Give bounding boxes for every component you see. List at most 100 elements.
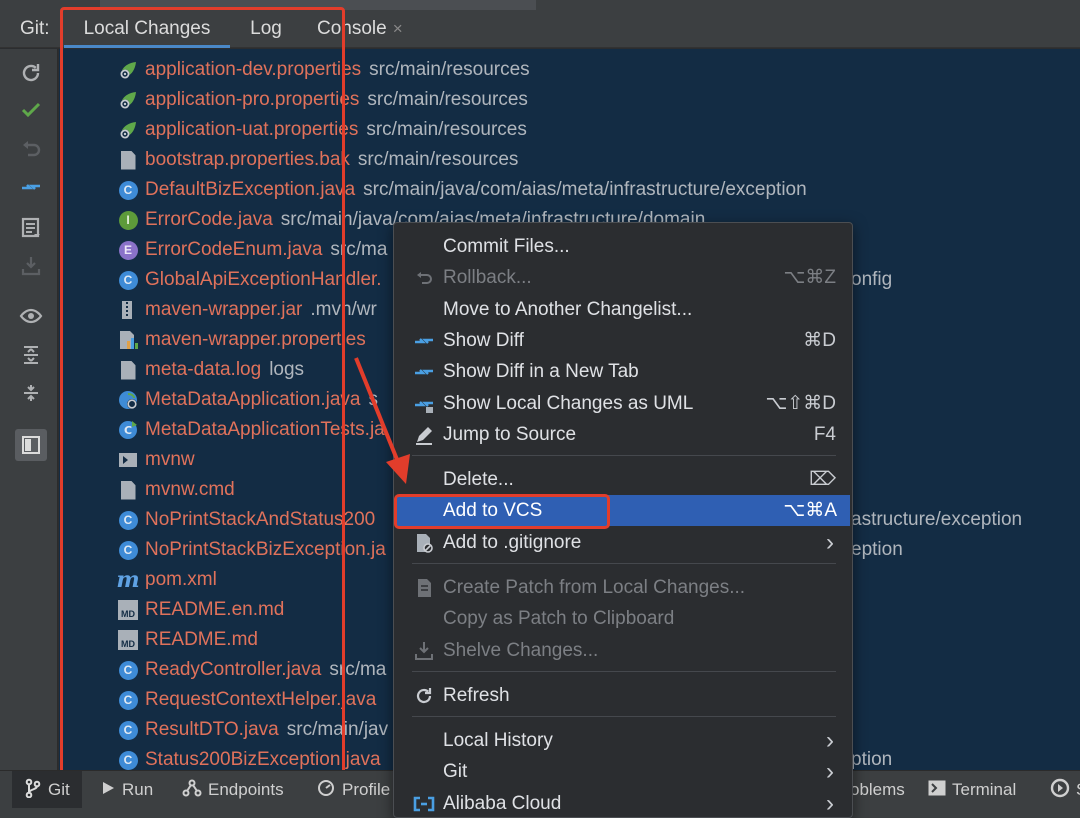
- file-name: RequestContextHelper.java: [145, 689, 377, 710]
- rollback-icon[interactable]: [17, 135, 45, 163]
- menu-item-add-to-vcs[interactable]: Add to VCS ⌥⌘A: [397, 495, 850, 526]
- profiler-tool-button[interactable]: Profile: [316, 771, 390, 809]
- spring-boot-class-icon: [117, 389, 139, 411]
- preview-toggle-icon[interactable]: [15, 429, 47, 461]
- tab-local-changes[interactable]: Local Changes: [64, 10, 230, 48]
- java-class-icon: C: [117, 689, 139, 711]
- run-tool-label: Run: [122, 780, 154, 799]
- file-name: application-pro.properties: [145, 89, 360, 110]
- file-name: maven-wrapper.jar: [145, 299, 303, 320]
- file-path: src/main/resources: [357, 149, 519, 170]
- terminal-tool-button[interactable]: Terminal: [928, 771, 1016, 809]
- problems-tool-button[interactable]: oblems: [850, 771, 905, 809]
- java-class-icon: C: [117, 179, 139, 201]
- menu-item-rollback[interactable]: Rollback... ⌥⌘Z: [394, 262, 852, 293]
- changes-toolbar: [0, 49, 58, 770]
- run-tool-button[interactable]: Run: [100, 771, 153, 809]
- file-name: NoPrintStackBizException.ja: [145, 539, 386, 560]
- menu-item-delete[interactable]: Delete... ⌦: [394, 464, 852, 495]
- show-diff-icon: [412, 329, 436, 353]
- menu-item-label: Delete...: [443, 468, 514, 490]
- expand-all-icon[interactable]: [17, 341, 45, 369]
- menu-item-git[interactable]: Git ›: [394, 756, 852, 787]
- file-row[interactable]: C DefaultBizException.java src/main/java/c…: [59, 175, 1080, 205]
- menu-item-show-diff[interactable]: Show Diff ⌘D: [394, 325, 852, 356]
- text-file-icon: [117, 479, 139, 501]
- menu-item-label: Alibaba Cloud: [443, 792, 562, 814]
- tab-console-label: Console: [317, 17, 387, 39]
- file-row[interactable]: application-pro.properties src/main/resou…: [59, 85, 1080, 115]
- file-name: application-dev.properties: [145, 59, 362, 80]
- menu-item-shelve-changes[interactable]: Shelve Changes...: [394, 635, 852, 666]
- markdown-icon: MD: [117, 629, 139, 651]
- file-path: logs: [269, 359, 305, 380]
- show-diff-icon: [412, 360, 436, 384]
- services-tool-button[interactable]: S: [1050, 771, 1080, 809]
- submenu-chevron-icon: ›: [826, 726, 834, 754]
- file-name: pom.xml: [145, 569, 217, 590]
- java-class-icon: C: [117, 659, 139, 681]
- uml-diagram-icon: [412, 392, 436, 416]
- run-icon: [100, 780, 116, 801]
- menu-item-label: Add to VCS: [443, 499, 543, 521]
- file-row[interactable]: bootstrap.properties.bak src/main/resourc…: [59, 145, 1080, 175]
- file-row[interactable]: application-dev.properties src/main/resou…: [59, 55, 1080, 85]
- editor-tab-remnant[interactable]: [100, 0, 536, 10]
- git-tool-button[interactable]: Git: [12, 771, 82, 809]
- view-options-icon[interactable]: [17, 302, 45, 330]
- refresh-icon[interactable]: [17, 59, 45, 87]
- menu-item-add-to-gitignore[interactable]: Add to .gitignore ›: [394, 527, 852, 558]
- shelve-icon: [412, 639, 436, 663]
- file-name: maven-wrapper.properties: [145, 329, 366, 350]
- menu-item-show-local-changes-as-uml[interactable]: Show Local Changes as UML ⌥⇧⌘D: [394, 388, 852, 419]
- menu-item-label: Local History: [443, 729, 553, 751]
- menu-item-local-history[interactable]: Local History ›: [394, 725, 852, 756]
- show-diff-icon[interactable]: [17, 173, 45, 201]
- file-name: DefaultBizException.java: [145, 179, 356, 200]
- menu-item-label: Show Diff: [443, 329, 524, 351]
- menu-item-label: Git: [443, 760, 468, 782]
- file-name: README.en.md: [145, 599, 285, 620]
- profiler-icon: [316, 778, 336, 803]
- tab-console[interactable]: Console ×: [302, 10, 418, 48]
- refresh-icon: [412, 684, 436, 708]
- file-name: NoPrintStackAndStatus200: [145, 509, 376, 530]
- menu-item-label: Refresh: [443, 684, 510, 706]
- endpoints-tool-label: Endpoints: [208, 780, 284, 799]
- menu-item-label: Rollback...: [443, 266, 532, 288]
- menu-item-copy-as-patch-to-clipboard[interactable]: Copy as Patch to Clipboard: [394, 603, 852, 634]
- properties-config-icon: [117, 119, 139, 141]
- git-toolwindow-label: Git:: [20, 17, 50, 39]
- menu-item-show-diff-in-a-new-tab[interactable]: Show Diff in a New Tab: [394, 356, 852, 387]
- file-name: Status200BizException.java: [145, 749, 381, 770]
- collapse-all-icon[interactable]: [17, 379, 45, 407]
- file-path: ption: [851, 749, 893, 770]
- file-row[interactable]: application-uat.properties src/main/resou…: [59, 115, 1080, 145]
- shelve-icon[interactable]: [17, 252, 45, 280]
- submenu-chevron-icon: ›: [826, 757, 834, 785]
- menu-item-alibaba-cloud[interactable]: Alibaba Cloud ›: [394, 788, 852, 818]
- editor-tab-strip: [0, 0, 1080, 10]
- menu-item-commit-files[interactable]: Commit Files...: [394, 231, 852, 262]
- menu-item-shortcut: F4: [813, 423, 836, 445]
- menu-item-jump-to-source[interactable]: Jump to Source F4: [394, 419, 852, 450]
- file-name: ResultDTO.java: [145, 719, 279, 740]
- menu-item-refresh[interactable]: Refresh: [394, 680, 852, 711]
- jar-archive-icon: [117, 299, 139, 321]
- commit-check-icon[interactable]: [17, 96, 45, 124]
- file-name: mvnw.cmd: [145, 479, 235, 500]
- file-path: src/ma: [330, 239, 388, 260]
- alibaba-cloud-icon: [412, 792, 436, 816]
- terminal-icon: [928, 780, 946, 801]
- properties-config-icon: [117, 59, 139, 81]
- changelist-icon[interactable]: [17, 214, 45, 242]
- markdown-icon: MD: [117, 599, 139, 621]
- menu-item-move-to-another-changelist[interactable]: Move to Another Changelist...: [394, 294, 852, 325]
- patch-icon: [412, 576, 436, 600]
- close-icon[interactable]: ×: [393, 19, 403, 38]
- menu-item-shortcut: ⌘D: [803, 330, 836, 351]
- menu-item-create-patch-from-local-changes[interactable]: Create Patch from Local Changes...: [394, 572, 852, 603]
- endpoints-tool-button[interactable]: Endpoints: [182, 771, 284, 809]
- tab-log[interactable]: Log: [230, 10, 302, 48]
- java-class-icon: C: [117, 719, 139, 741]
